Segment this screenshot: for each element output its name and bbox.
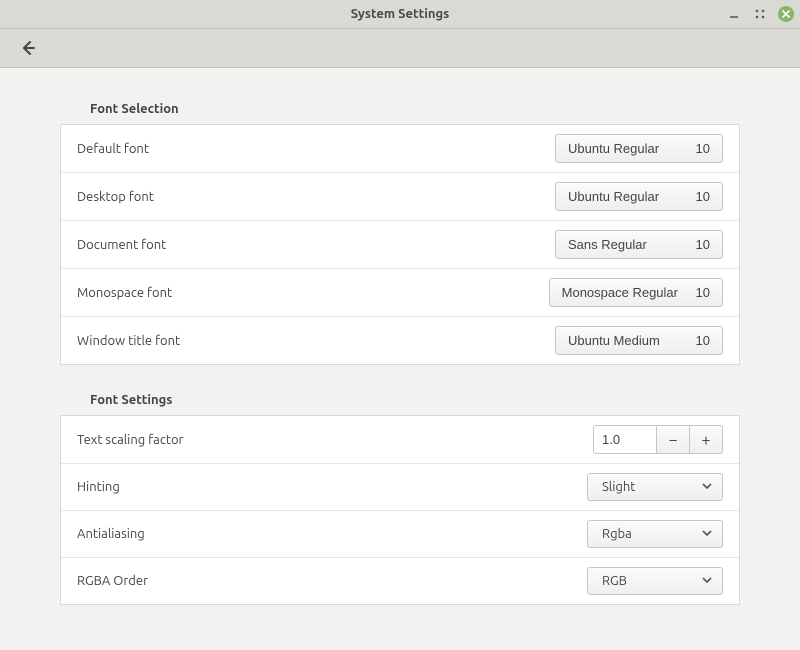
rgba-order-row: RGBA Order RGB	[61, 558, 739, 604]
desktop-font-row: Desktop font Ubuntu Regular 10	[61, 173, 739, 221]
minus-icon: −	[668, 431, 677, 449]
default-font-size: 10	[692, 141, 710, 156]
monospace-font-name: Monospace Regular	[562, 285, 678, 300]
font-settings-title: Font Settings	[90, 393, 710, 407]
antialiasing-row: Antialiasing Rgba	[61, 511, 739, 558]
default-font-button[interactable]: Ubuntu Regular 10	[555, 134, 723, 163]
window-controls	[726, 0, 794, 28]
chevron-down-icon	[702, 527, 712, 541]
windowtitle-font-row: Window title font Ubuntu Medium 10	[61, 317, 739, 364]
font-selection-title: Font Selection	[90, 102, 710, 116]
hinting-label: Hinting	[77, 480, 120, 494]
hinting-value: Slight	[602, 480, 635, 494]
desktop-font-label: Desktop font	[77, 190, 154, 204]
titlebar: System Settings	[0, 0, 800, 29]
text-scaling-increase[interactable]: +	[689, 425, 723, 454]
document-font-name: Sans Regular	[568, 237, 647, 252]
header-toolbar	[0, 29, 800, 68]
text-scaling-decrease[interactable]: −	[656, 425, 689, 454]
chevron-down-icon	[702, 480, 712, 494]
hinting-dropdown[interactable]: Slight	[587, 473, 723, 501]
antialiasing-dropdown[interactable]: Rgba	[587, 520, 723, 548]
text-scaling-label: Text scaling factor	[77, 433, 183, 447]
rgba-order-label: RGBA Order	[77, 574, 148, 588]
default-font-row: Default font Ubuntu Regular 10	[61, 125, 739, 173]
rgba-order-dropdown[interactable]: RGB	[587, 567, 723, 595]
back-button[interactable]	[14, 34, 42, 62]
default-font-label: Default font	[77, 142, 149, 156]
windowtitle-font-button[interactable]: Ubuntu Medium 10	[555, 326, 723, 355]
plus-icon: +	[701, 431, 710, 449]
font-settings-panel: Text scaling factor − + Hinting Slight	[60, 415, 740, 605]
text-scaling-row: Text scaling factor − +	[61, 416, 739, 464]
chevron-down-icon	[702, 574, 712, 588]
monospace-font-row: Monospace font Monospace Regular 10	[61, 269, 739, 317]
antialiasing-label: Antialiasing	[77, 527, 145, 541]
default-font-name: Ubuntu Regular	[568, 141, 659, 156]
rgba-order-value: RGB	[602, 574, 627, 588]
text-scaling-stepper: − +	[593, 425, 723, 454]
document-font-button[interactable]: Sans Regular 10	[555, 230, 723, 259]
windowtitle-font-label: Window title font	[77, 334, 180, 348]
settings-content: Font Selection Default font Ubuntu Regul…	[0, 68, 800, 635]
monospace-font-label: Monospace font	[77, 286, 172, 300]
desktop-font-size: 10	[692, 189, 710, 204]
text-scaling-input[interactable]	[593, 425, 656, 454]
close-button[interactable]	[778, 6, 794, 22]
desktop-font-name: Ubuntu Regular	[568, 189, 659, 204]
arrow-left-icon	[19, 39, 37, 57]
minimize-button[interactable]	[726, 6, 742, 22]
windowtitle-font-size: 10	[692, 333, 710, 348]
antialiasing-value: Rgba	[602, 527, 632, 541]
font-selection-panel: Default font Ubuntu Regular 10 Desktop f…	[60, 124, 740, 365]
hinting-row: Hinting Slight	[61, 464, 739, 511]
document-font-label: Document font	[77, 238, 166, 252]
windowtitle-font-name: Ubuntu Medium	[568, 333, 660, 348]
monospace-font-size: 10	[692, 285, 710, 300]
document-font-row: Document font Sans Regular 10	[61, 221, 739, 269]
desktop-font-button[interactable]: Ubuntu Regular 10	[555, 182, 723, 211]
monospace-font-button[interactable]: Monospace Regular 10	[549, 278, 723, 307]
window-title: System Settings	[351, 7, 450, 21]
document-font-size: 10	[692, 237, 710, 252]
maximize-button[interactable]	[752, 6, 768, 22]
